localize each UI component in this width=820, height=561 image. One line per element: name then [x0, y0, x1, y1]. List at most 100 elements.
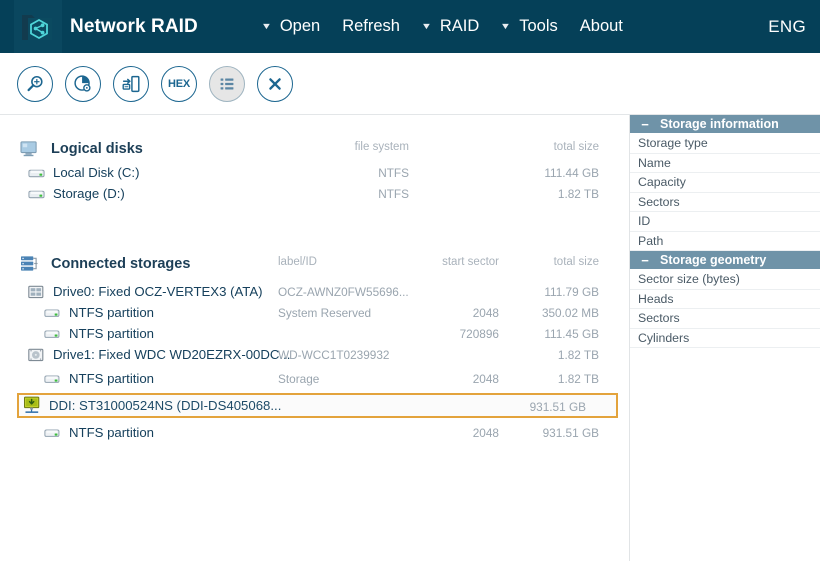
hex-viewer-button[interactable]: HEX — [161, 65, 197, 102]
tree-item-label: Drive1: Fixed WDC WD20EZRX-00DC... — [53, 347, 291, 362]
minus-icon: − — [641, 252, 649, 268]
tree-item-ddi-selected[interactable]: DDI: ST31000524NS (DDI-DS405068... 931.5… — [17, 393, 618, 418]
cell-file-system: NTFS — [378, 166, 409, 180]
menu-item-raid[interactable]: ▼ RAID — [411, 0, 490, 53]
language-label: ENG — [768, 16, 806, 36]
tree-item-partition[interactable]: NTFS partition 720896 111.45 GB — [0, 323, 629, 344]
disk-icon — [26, 185, 46, 203]
tree-item-label: Drive0: Fixed OCZ-VERTEX3 (ATA) — [53, 284, 263, 299]
cell-start-sector: 720896 — [459, 327, 499, 341]
property-row-sector-size: Sector size (bytes) — [630, 270, 820, 290]
property-name: Path — [638, 233, 664, 248]
column-header-start-sector: start sector — [442, 256, 499, 268]
menu-item-raid-label: RAID — [439, 17, 480, 35]
menu-item-refresh[interactable]: Refresh — [331, 0, 411, 53]
menu-item-refresh-label: Refresh — [342, 17, 400, 35]
storage-tree-pane: Logical disks file system total size Loc… — [0, 115, 630, 561]
disk-scan-button[interactable] — [65, 65, 101, 102]
menu-item-open[interactable]: ▼ Open — [251, 0, 331, 53]
find-icon — [27, 75, 43, 91]
property-name: Sector size (bytes) — [638, 272, 740, 287]
chevron-down-icon: ▼ — [260, 21, 272, 31]
chevron-down-icon: ▼ — [500, 21, 512, 31]
cell-total-size: 1.82 TB — [557, 372, 599, 386]
tree-item-partition[interactable]: NTFS partition System Reserved 2048 350.… — [0, 302, 629, 323]
list-item-local-disk-c[interactable]: Local Disk (C:) NTFS 111.44 GB — [0, 162, 629, 183]
ssd-icon — [26, 283, 46, 301]
list-item-label: Storage (D:) — [53, 186, 125, 201]
property-name: Sectors — [638, 194, 680, 209]
chevron-down-icon: ▼ — [420, 21, 433, 31]
tree-item-drive1[interactable]: Drive1: Fixed WDC WD20EZRX-00DC... WD-WC… — [0, 344, 629, 365]
spacer-sections-2 — [0, 218, 629, 240]
hdd-icon — [26, 346, 46, 364]
tree-item-label: DDI: ST31000524NS (DDI-DS405068... — [49, 398, 282, 413]
property-row-sectors: Sectors — [630, 193, 820, 212]
cell-start-sector: 2048 — [472, 306, 499, 320]
tree-item-label: NTFS partition — [69, 326, 155, 341]
cell-label-id: WD-WCC1T0239932 — [278, 348, 390, 362]
tree-item-label: NTFS partition — [69, 425, 155, 440]
cell-total-size: 111.79 GB — [544, 285, 599, 299]
cell-start-sector: 2048 — [472, 426, 499, 440]
copy-disk-icon — [122, 75, 140, 92]
list-item-label: Local Disk (C:) — [53, 165, 140, 180]
logical-disks-header: Logical disks file system total size — [0, 135, 629, 162]
column-header-file-system: file system — [354, 141, 409, 153]
panel-header-storage-geometry[interactable]: − Storage geometry — [630, 251, 820, 270]
column-header-total-size: total size — [553, 256, 599, 268]
column-header-total-size: total size — [553, 141, 599, 153]
cell-total-size: 931.51 GB — [529, 400, 586, 414]
tree-item-label: NTFS partition — [69, 305, 155, 320]
property-row-heads: Heads — [630, 290, 820, 309]
close-icon — [269, 77, 281, 90]
inspector-pane: − Storage information Storage type Name … — [630, 115, 820, 561]
tree-item-partition[interactable]: NTFS partition Storage 2048 1.82 TB — [0, 368, 629, 389]
property-name: Name — [638, 155, 671, 170]
cell-total-size: 1.82 TB — [557, 187, 599, 201]
find-button[interactable] — [17, 65, 53, 102]
cell-total-size: 1.82 TB — [557, 348, 599, 362]
menu-item-tools-label: Tools — [519, 17, 558, 35]
spacer-sections — [0, 204, 629, 218]
cell-total-size: 111.45 GB — [544, 327, 599, 341]
disk-scan-icon — [74, 74, 91, 92]
logical-disks-section: Logical disks file system total size Loc… — [0, 135, 629, 204]
server-stack-icon — [20, 254, 42, 274]
logical-disks-title: Logical disks — [51, 140, 143, 157]
tree-item-partition[interactable]: NTFS partition 2048 931.51 GB — [0, 422, 629, 443]
cell-total-size: 931.51 GB — [542, 426, 599, 440]
tree-item-drive0[interactable]: Drive0: Fixed OCZ-VERTEX3 (ATA) OCZ-AWNZ… — [0, 281, 629, 302]
list-view-button[interactable] — [209, 65, 245, 102]
cell-total-size: 350.02 MB — [541, 306, 599, 320]
panel-header-storage-information[interactable]: − Storage information — [630, 115, 820, 134]
connected-storages-section: Connected storages label/ID start sector… — [0, 250, 629, 443]
cell-label-id: OCZ-AWNZ0FW55696... — [278, 285, 409, 299]
connected-storages-header: Connected storages label/ID start sector… — [0, 250, 629, 277]
property-row-cylinders: Cylinders — [630, 329, 820, 348]
partition-icon — [42, 325, 62, 343]
menu-item-tools[interactable]: ▼ Tools — [490, 0, 568, 53]
main-menu: ▼ Open Refresh ▼ RAID ▼ Tools About — [251, 0, 634, 53]
property-name: Sectors — [638, 311, 680, 326]
property-row-name: Name — [630, 154, 820, 173]
property-row-id: ID — [630, 212, 820, 232]
menu-item-open-label: Open — [279, 17, 321, 35]
menu-item-about-label: About — [579, 17, 623, 35]
cell-label-id: System Reserved — [278, 306, 372, 320]
copy-disk-button[interactable] — [113, 65, 149, 102]
property-name: Storage type — [638, 136, 708, 151]
close-button[interactable] — [257, 65, 293, 102]
property-name: Capacity — [638, 175, 686, 190]
menu-item-about[interactable]: About — [569, 0, 634, 53]
hex-viewer-label: HEX — [167, 77, 191, 90]
app-title: Network RAID — [70, 15, 198, 37]
connected-storages-title: Connected storages — [51, 255, 191, 272]
network-disk-icon — [22, 396, 42, 415]
property-row-path: Path — [630, 232, 820, 251]
minus-icon: − — [641, 116, 649, 132]
language-selector[interactable]: ENG — [768, 0, 806, 53]
main-content: Logical disks file system total size Loc… — [0, 115, 820, 561]
list-item-storage-d[interactable]: Storage (D:) NTFS 1.82 TB — [0, 183, 629, 204]
cell-file-system: NTFS — [378, 187, 409, 201]
